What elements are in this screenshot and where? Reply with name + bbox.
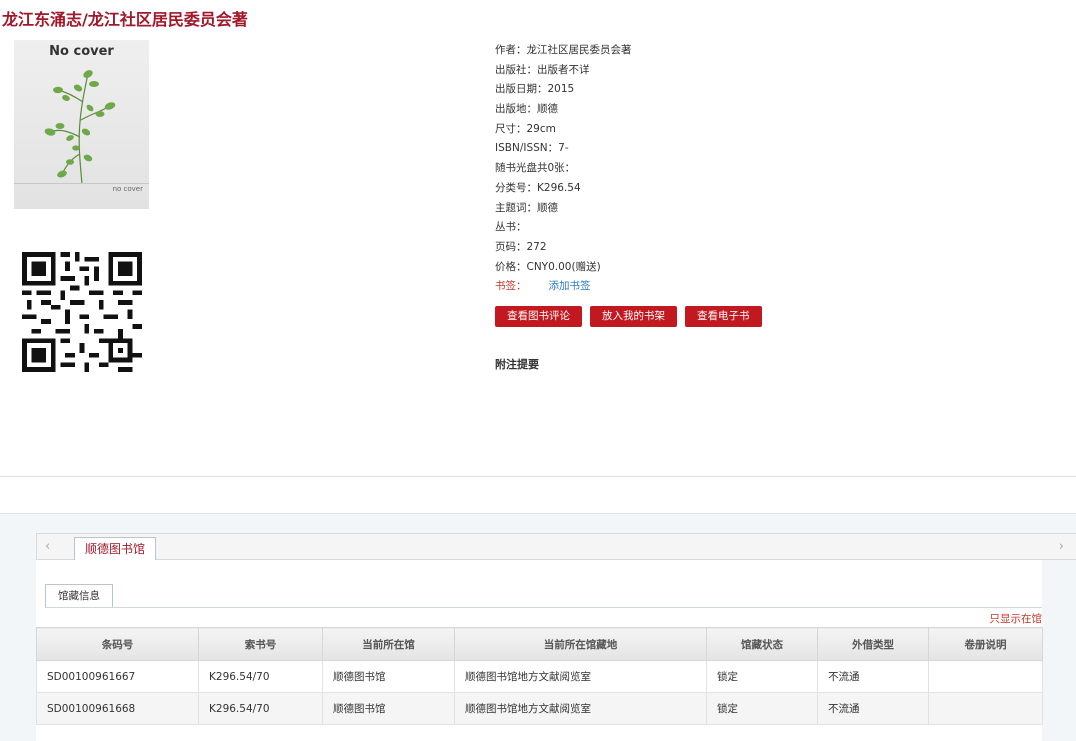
- view-ebook-button[interactable]: 查看电子书: [685, 306, 762, 327]
- meta-row-author: 作者：龙江社区居民委员会著: [495, 44, 632, 56]
- show-available-only-link[interactable]: 只显示在馆: [990, 611, 1043, 626]
- col-location[interactable]: 当前所在馆藏地: [454, 627, 707, 661]
- cell-barcode: SD00100961668: [36, 692, 199, 725]
- meta-row-size: 尺寸：29cm: [495, 122, 556, 135]
- qr-code-icon: [22, 252, 142, 372]
- col-call-number[interactable]: 索书号: [198, 627, 323, 661]
- cell-loan-type: 不流通: [817, 660, 929, 693]
- table-row: SD00100961668 K296.54/70 顺德图书馆 顺德图书馆地方文献…: [36, 692, 1043, 725]
- cell-call-number: K296.54/70: [198, 660, 323, 693]
- meta-row-price: 价格：CNY0.00(赠送): [495, 260, 601, 273]
- cell-volume-note: [928, 660, 1043, 693]
- meta-row-cd: 随书光盘共0张：: [495, 162, 576, 175]
- col-status[interactable]: 馆藏状态: [706, 627, 818, 661]
- table-header-row: 条码号 索书号 当前所在馆 当前所在馆藏地 馆藏状态 外借类型 卷册说明: [36, 627, 1043, 661]
- chevron-right-icon[interactable]: ›: [1059, 539, 1064, 554]
- book-title: 龙江东涌志/龙江社区居民委员会著: [2, 10, 248, 29]
- meta-row-pub-place: 出版地：顺德: [495, 103, 558, 116]
- meta-row-bookmark: 书签： 添加书签: [495, 277, 632, 297]
- add-to-shelf-button[interactable]: 放入我的书架: [590, 306, 677, 327]
- cell-location: 顺德图书馆地方文献阅览室: [454, 692, 707, 725]
- holdings-panel: 馆藏信息 只显示在馆 条码号 索书号 当前所在馆 当前所在馆藏地 馆藏状态 外借…: [36, 560, 1043, 741]
- subtab-underline: [45, 607, 1042, 608]
- meta-row-subject: 主题词：顺德: [495, 201, 558, 214]
- cover-subtext: no cover: [112, 185, 143, 193]
- cell-barcode: SD00100961667: [36, 660, 199, 693]
- cover-divider: [14, 183, 149, 184]
- holdings-table: 条码号 索书号 当前所在馆 当前所在馆藏地 馆藏状态 外借类型 卷册说明 SD0…: [36, 627, 1043, 725]
- cover-image: No cover no cover: [14, 40, 149, 209]
- cell-status: 锁定: [706, 660, 818, 693]
- book-metadata: 作者：龙江社区居民委员会著 出版社：出版者不详 出版日期：2015 出版地：顺德…: [495, 41, 632, 297]
- table-row: SD00100961667 K296.54/70 顺德图书馆 顺德图书馆地方文献…: [36, 660, 1043, 693]
- meta-row-isbn: ISBN/ISSN：7-: [495, 142, 569, 155]
- col-barcode[interactable]: 条码号: [36, 627, 199, 661]
- note-heading: 附注提要: [495, 358, 539, 371]
- meta-row-series: 丛书：: [495, 221, 527, 234]
- col-volume-note[interactable]: 卷册说明: [928, 627, 1043, 661]
- plant-illustration-icon: [44, 70, 116, 185]
- cell-loan-type: 不流通: [817, 692, 929, 725]
- meta-row-publisher: 出版社：出版者不详: [495, 63, 590, 76]
- cover-text: No cover: [49, 44, 114, 59]
- add-bookmark-link[interactable]: 添加书签: [549, 280, 591, 292]
- cell-call-number: K296.54/70: [198, 692, 323, 725]
- col-library[interactable]: 当前所在馆: [322, 627, 455, 661]
- tab-shunde-library[interactable]: 顺德图书馆: [74, 537, 157, 561]
- cell-volume-note: [928, 692, 1043, 725]
- action-buttons: 查看图书评论 放入我的书架 查看电子书: [495, 306, 762, 327]
- tab-holdings-info[interactable]: 馆藏信息: [45, 584, 113, 608]
- library-tabbar: ‹ 顺德图书馆 ›: [36, 533, 1076, 561]
- bookmark-label: 书签：: [495, 280, 527, 293]
- cell-library: 顺德图书馆: [322, 692, 455, 725]
- view-reviews-button[interactable]: 查看图书评论: [495, 306, 582, 327]
- meta-row-class-no: 分类号：K296.54: [495, 181, 581, 194]
- cell-library: 顺德图书馆: [322, 660, 455, 693]
- chevron-left-icon[interactable]: ‹: [45, 539, 50, 554]
- meta-row-pages: 页码：272: [495, 240, 547, 253]
- meta-row-pub-date: 出版日期：2015: [495, 83, 575, 96]
- section-divider: [0, 476, 1076, 477]
- cell-location: 顺德图书馆地方文献阅览室: [454, 660, 707, 693]
- col-loan-type[interactable]: 外借类型: [817, 627, 929, 661]
- cell-status: 锁定: [706, 692, 818, 725]
